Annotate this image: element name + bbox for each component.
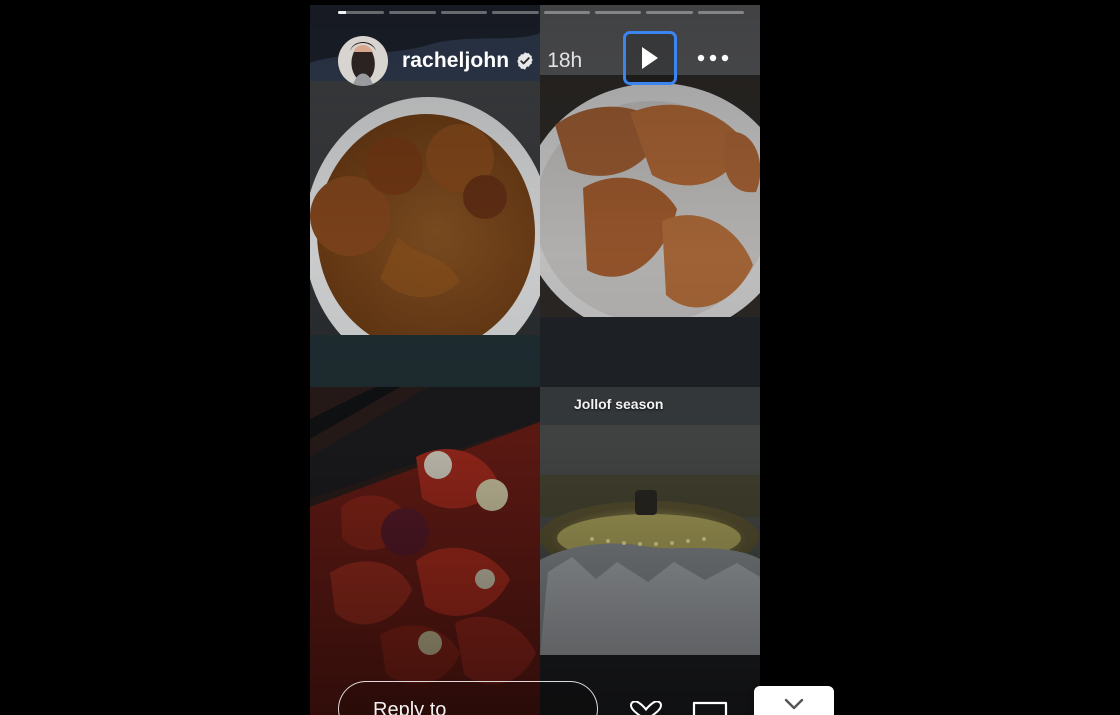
- username[interactable]: racheljohn: [402, 49, 509, 73]
- more-horizontal-icon: [697, 54, 729, 62]
- progress-segment: [543, 11, 590, 14]
- progress-segment: [646, 11, 693, 14]
- play-button[interactable]: [623, 31, 677, 85]
- progress-segment: [594, 11, 642, 14]
- play-icon: [642, 47, 658, 69]
- story-header: racheljohn 18h: [338, 31, 742, 88]
- story-media-grid: Jollof season: [310, 5, 760, 715]
- share-icon[interactable]: [690, 701, 730, 715]
- reply-placeholder: Reply to: [373, 699, 447, 715]
- story-actions: [626, 701, 742, 715]
- progress-segment: [389, 11, 436, 14]
- progress-segment: [440, 11, 488, 14]
- verified-badge-icon: [517, 52, 533, 70]
- progress-segment: [697, 11, 744, 14]
- screen: Jollof season racheljohn 18h Reply to: [0, 0, 1120, 715]
- story-progress: [338, 11, 744, 14]
- chevron-down-icon: [784, 698, 804, 710]
- progress-segment: [338, 11, 385, 14]
- progress-fill: [338, 11, 347, 14]
- more-options-button[interactable]: [690, 38, 736, 78]
- heart-icon[interactable]: [626, 701, 666, 715]
- avatar[interactable]: [338, 36, 388, 86]
- food-photo-roasted-vegetables: [310, 387, 540, 715]
- profile-avatar-icon: [338, 36, 388, 86]
- story-caption: Jollof season: [574, 396, 664, 412]
- reply-input[interactable]: Reply to: [338, 681, 598, 715]
- story-viewer: Jollof season racheljohn 18h Reply to: [310, 5, 760, 715]
- collapse-button[interactable]: [754, 686, 834, 715]
- progress-segment: [492, 11, 539, 14]
- food-photo-foil-pot: [540, 387, 760, 715]
- story-timestamp: 18h: [547, 49, 583, 72]
